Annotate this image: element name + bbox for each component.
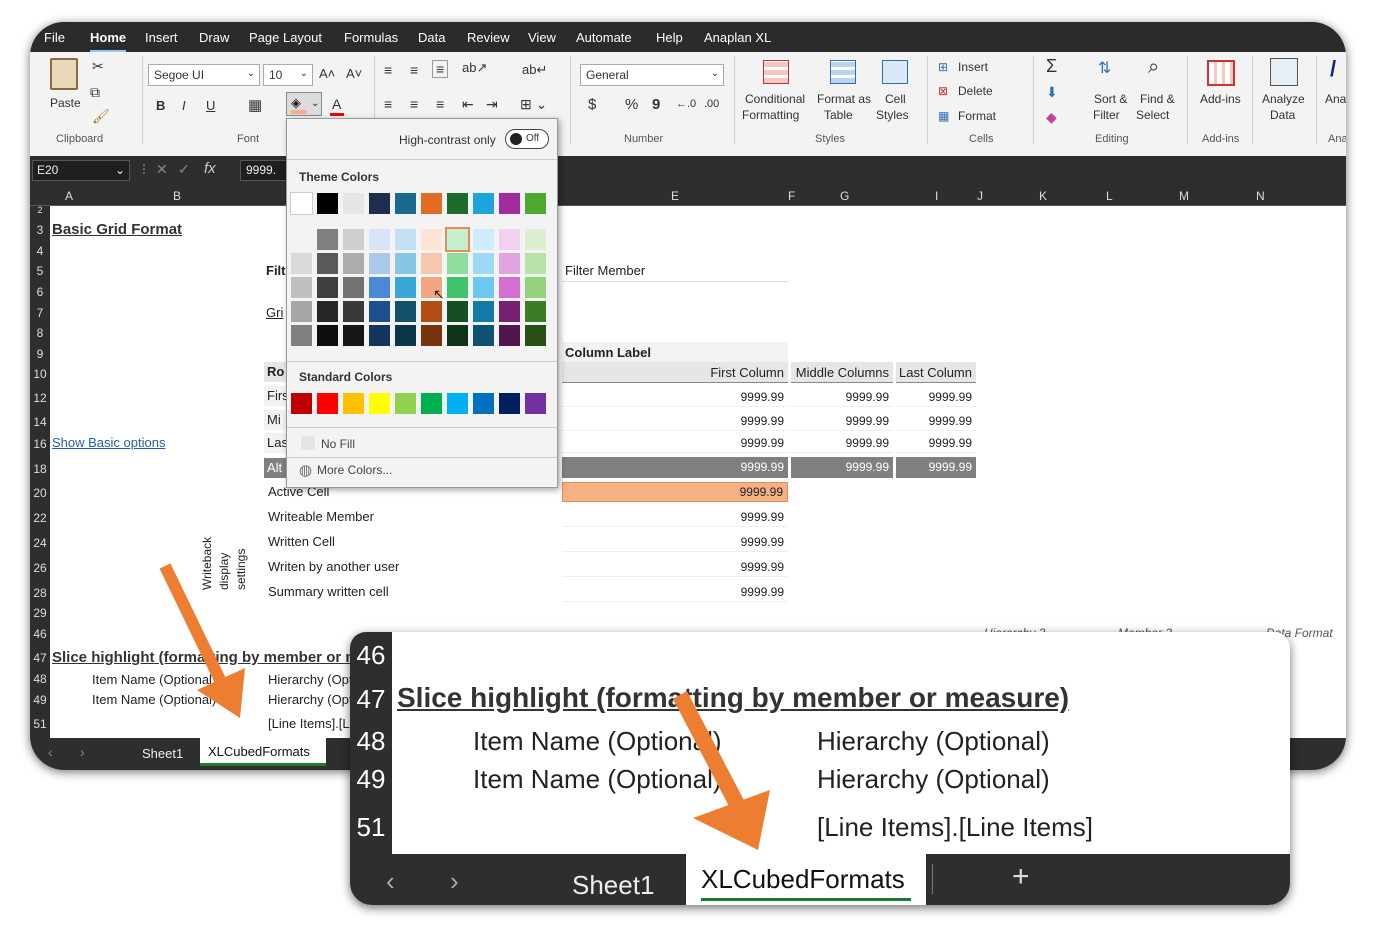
arrow-icon <box>159 563 245 718</box>
arrow-icon <box>672 691 770 850</box>
annotation-arrows <box>159 563 770 850</box>
